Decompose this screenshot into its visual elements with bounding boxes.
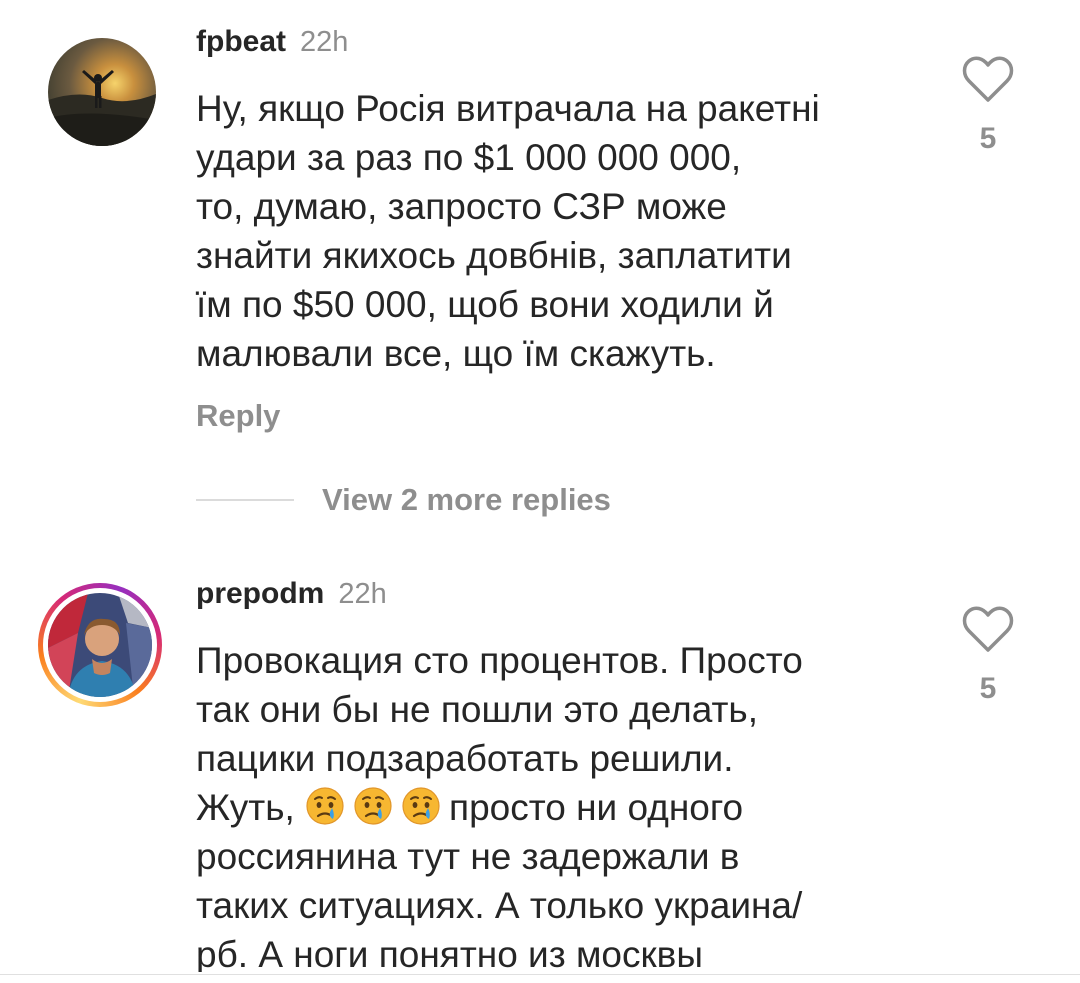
heart-icon bbox=[962, 56, 1014, 102]
comment-header: prepodm 22h bbox=[196, 576, 387, 612]
bottom-divider bbox=[0, 974, 1080, 975]
crying-face-icon bbox=[306, 787, 344, 825]
like-count: 5 bbox=[979, 122, 997, 155]
timestamp: 22h bbox=[338, 578, 387, 610]
like-count: 5 bbox=[979, 672, 997, 705]
avatar bbox=[48, 593, 152, 697]
comment-header: fpbeat 22h bbox=[196, 24, 348, 60]
like-button[interactable]: 5 bbox=[958, 56, 1018, 156]
crying-face-icon bbox=[402, 787, 440, 825]
comment-text: Ну, якщо Росія витрачала на ракетні удар… bbox=[196, 88, 820, 374]
reply-button[interactable]: Reply bbox=[196, 398, 280, 434]
avatar-photo-sunset bbox=[48, 38, 156, 146]
divider bbox=[196, 499, 294, 501]
comment-text: Провокация сто процентов. Просто так они… bbox=[196, 636, 956, 972]
like-button[interactable]: 5 bbox=[958, 606, 1018, 706]
timestamp: 22h bbox=[300, 26, 349, 58]
username[interactable]: fpbeat bbox=[196, 25, 286, 58]
heart-icon bbox=[962, 606, 1014, 652]
avatar-story-ring[interactable] bbox=[38, 583, 162, 707]
avatar[interactable] bbox=[48, 38, 156, 146]
view-more-replies-button[interactable]: View 2 more replies bbox=[196, 482, 611, 518]
view-more-replies-label: View 2 more replies bbox=[322, 482, 611, 517]
username[interactable]: prepodm bbox=[196, 577, 324, 610]
avatar-photo-person bbox=[48, 593, 152, 697]
crying-face-icon bbox=[354, 787, 392, 825]
